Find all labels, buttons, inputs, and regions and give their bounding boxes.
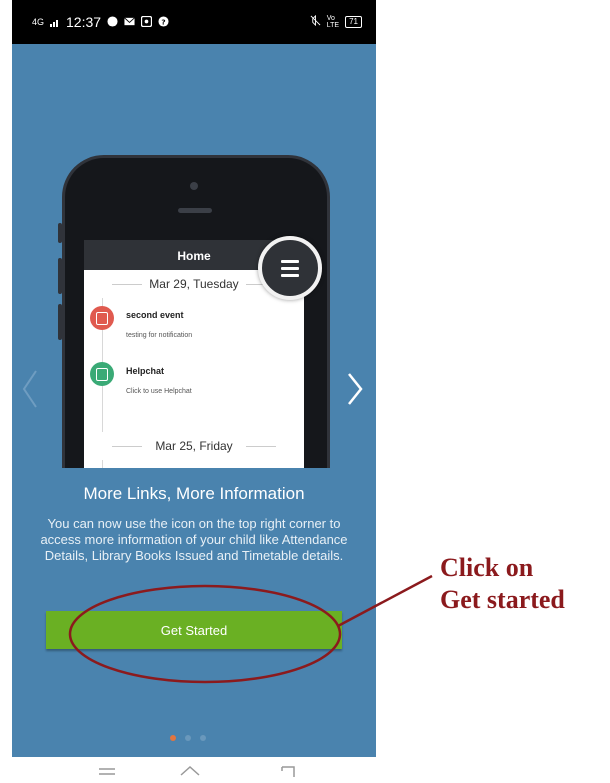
page-indicator bbox=[170, 735, 206, 741]
calendar-icon bbox=[90, 306, 114, 330]
hamburger-menu-icon bbox=[258, 236, 322, 300]
battery-indicator: 71 bbox=[345, 15, 362, 28]
phone-camera bbox=[190, 182, 198, 190]
page-dot[interactable] bbox=[200, 735, 206, 741]
phone-side-button bbox=[58, 304, 62, 340]
volte-icon: Vo LTE bbox=[326, 14, 340, 29]
help-icon: ? bbox=[158, 15, 169, 30]
menu-icon[interactable] bbox=[95, 763, 119, 783]
get-started-button[interactable]: Get Started bbox=[46, 611, 342, 649]
phone-speaker bbox=[178, 208, 212, 213]
gallery-icon bbox=[141, 15, 153, 30]
event-subtitle: Click to use Helpchat bbox=[126, 388, 192, 395]
signal-icon bbox=[50, 15, 60, 30]
event-title: Helpchat bbox=[126, 366, 165, 376]
home-icon[interactable] bbox=[178, 763, 202, 783]
mail-icon bbox=[124, 15, 135, 30]
network-indicator: 4G bbox=[32, 17, 45, 27]
clock: 12:37 bbox=[66, 14, 102, 30]
page-dot[interactable] bbox=[185, 735, 191, 741]
document-icon bbox=[90, 362, 114, 386]
app-screen: 4G 12:37 ? Vo LTE 71 Home Mar 29, Tuesday bbox=[12, 0, 376, 757]
callout-line-2: Get started bbox=[440, 585, 565, 614]
phone-illustration: Home Mar 29, Tuesday second event testin… bbox=[58, 155, 330, 468]
onboarding-title: More Links, More Information bbox=[83, 484, 305, 503]
page-dot-active[interactable] bbox=[170, 735, 176, 741]
event-subtitle: testing for notification bbox=[126, 332, 193, 339]
back-icon[interactable] bbox=[276, 763, 300, 783]
chevron-left-icon[interactable] bbox=[20, 368, 40, 410]
status-bar: 4G 12:37 ? Vo LTE 71 bbox=[12, 0, 376, 44]
event-title: second event bbox=[126, 310, 184, 320]
chevron-right-icon[interactable] bbox=[345, 368, 365, 410]
illustration-date: Mar 25, Friday bbox=[84, 432, 304, 460]
phone-side-button bbox=[58, 258, 62, 294]
illustration-event: Helpchat Click to use Helpchat bbox=[90, 362, 192, 395]
onboarding-description: You can now use the icon on the top righ… bbox=[40, 516, 348, 563]
phone-side-button bbox=[58, 223, 62, 243]
callout-line-1: Click on bbox=[440, 553, 534, 582]
illustration-event: second event testing for notification bbox=[90, 306, 192, 339]
annotation-callout: Click on Get started bbox=[440, 552, 565, 616]
mute-icon bbox=[310, 14, 321, 29]
svg-text:?: ? bbox=[161, 17, 165, 26]
whatsapp-icon bbox=[107, 15, 118, 30]
system-nav-bar bbox=[0, 757, 376, 783]
